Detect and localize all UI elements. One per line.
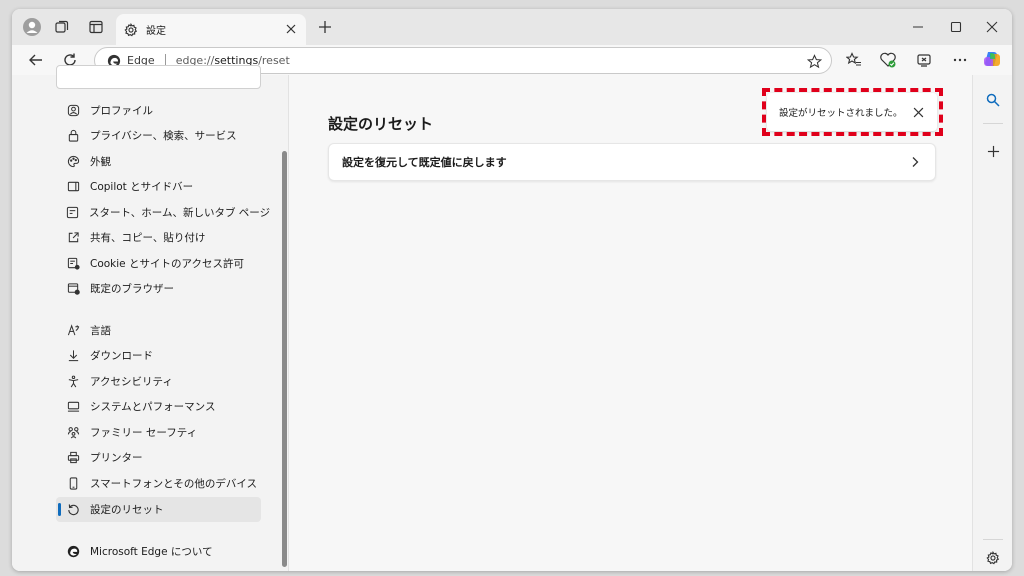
vertical-tabs-icon[interactable] (86, 17, 106, 37)
toast-message: 設定がリセットされました。 (779, 108, 903, 119)
sidebar-item-system-performance[interactable]: システムとパフォーマンス (56, 394, 261, 419)
home-page-icon (66, 206, 79, 220)
sidebar-item-label: 共有、コピー、貼り付け (90, 232, 206, 244)
sidebar-item-label: Cookie とサイトのアクセス許可 (90, 258, 244, 270)
sidebar-item-label: Microsoft Edge について (90, 546, 213, 558)
sidebar-item-label: 設定のリセット (90, 504, 164, 516)
sidebar-item-cookies-permissions[interactable]: Cookie とサイトのアクセス許可 (56, 251, 261, 276)
sidebar-item-label: 既定のブラウザー (90, 283, 174, 295)
chevron-right-icon (909, 156, 921, 168)
title-bar: 設定 (12, 9, 1012, 45)
sidebar-item-label: 外観 (90, 156, 111, 168)
browser-essentials-heart-icon[interactable] (878, 50, 898, 70)
default-browser-icon (66, 282, 80, 296)
lock-icon (66, 129, 80, 143)
language-icon (66, 324, 80, 338)
right-sidebar-rail (972, 75, 1012, 571)
sidebar-item-label: プリンター (90, 452, 143, 464)
sidebar-item-privacy[interactable]: プライバシー、検索、サービス (56, 123, 261, 148)
tab-title: 設定 (146, 26, 166, 37)
reset-icon (66, 503, 80, 517)
sidebar-settings-gear-icon[interactable] (983, 548, 1003, 568)
workspaces-icon[interactable] (52, 17, 72, 37)
sidebar-item-downloads[interactable]: ダウンロード (56, 343, 261, 368)
sidebar-item-label: 言語 (90, 325, 111, 337)
sidebar-item-about-edge[interactable]: Microsoft Edge について (56, 539, 261, 564)
sidebar-item-label: ファミリー セーフティ (90, 427, 198, 439)
reset-notification-toast: 設定がリセットされました。 (767, 93, 937, 131)
palette-icon (66, 155, 80, 169)
accessibility-icon (66, 375, 80, 389)
sidebar-item-label: プライバシー、検索、サービス (90, 130, 237, 142)
phone-icon (66, 477, 80, 491)
restore-defaults-card[interactable]: 設定を復元して既定値に戻します (328, 143, 936, 181)
sidebar-item-label: スタート、ホーム、新しいタブ ページ (89, 207, 271, 219)
rail-divider (983, 123, 1003, 124)
new-tab-plus-icon[interactable] (316, 18, 334, 36)
profile-avatar-icon[interactable] (22, 17, 42, 37)
share-icon (66, 231, 80, 245)
download-icon (66, 349, 80, 363)
maximize-icon[interactable] (948, 19, 964, 35)
sidebar-item-profiles[interactable]: プロファイル (56, 98, 261, 123)
sidebar-item-copilot-sidebar[interactable]: Copilot とサイドバー (56, 174, 261, 199)
page-title: 設定のリセット (328, 115, 434, 133)
tab-settings[interactable]: 設定 (116, 14, 306, 45)
sidebar-scrollbar[interactable] (282, 151, 287, 567)
main-panel: 設定のリセット 設定を復元して既定値に戻します 設定がリセットされました。 (289, 75, 972, 571)
sidebar-item-label: システムとパフォーマンス (90, 401, 216, 413)
browser-window: 設定 Edge edge://settings/reset プロファイル プライ… (12, 9, 1012, 571)
sidebar-item-accessibility[interactable]: アクセシビリティ (56, 369, 261, 394)
sidebar-item-printers[interactable]: プリンター (56, 445, 261, 470)
copilot-icon[interactable] (982, 50, 1002, 70)
favorite-star-icon[interactable] (805, 52, 823, 70)
sidebar-item-start-home[interactable]: スタート、ホーム、新しいタブ ページ (56, 200, 270, 225)
restore-defaults-label: 設定を復元して既定値に戻します (342, 156, 507, 169)
sidebar-icon (66, 180, 80, 194)
active-indicator (58, 503, 61, 516)
search-settings-input[interactable] (56, 65, 261, 89)
settings-sidebar: プロファイル プライバシー、検索、サービス 外観 Copilot とサイドバー … (12, 65, 288, 571)
sidebar-item-default-browser[interactable]: 既定のブラウザー (56, 276, 261, 301)
sidebar-item-label: プロファイル (90, 105, 153, 117)
tab-close-icon[interactable] (284, 22, 298, 36)
sidebar-item-phone-devices[interactable]: スマートフォンとその他のデバイス (56, 471, 261, 496)
sidebar-item-share-copy-paste[interactable]: 共有、コピー、貼り付け (56, 225, 261, 250)
sidebar-item-label: スマートフォンとその他のデバイス (90, 478, 258, 490)
printer-icon (66, 451, 80, 465)
edge-logo-icon (66, 545, 80, 559)
system-icon (66, 400, 80, 414)
site-permissions-icon (66, 257, 80, 271)
screenshot-icon[interactable] (914, 50, 934, 70)
sidebar-item-label: ダウンロード (90, 350, 153, 362)
more-options-icon[interactable] (950, 50, 970, 70)
minimize-icon[interactable] (910, 19, 926, 35)
search-icon[interactable] (983, 90, 1003, 110)
close-window-icon[interactable] (984, 19, 1000, 35)
family-icon (66, 426, 80, 440)
rail-divider (983, 539, 1003, 540)
sidebar-item-appearance[interactable]: 外観 (56, 149, 261, 174)
add-plus-icon[interactable] (983, 141, 1003, 161)
favorites-icon[interactable] (844, 50, 864, 70)
close-icon[interactable] (911, 105, 925, 119)
sidebar-item-label: Copilot とサイドバー (90, 181, 194, 193)
sidebar-item-family-safety[interactable]: ファミリー セーフティ (56, 420, 261, 445)
back-arrow-icon[interactable] (26, 50, 46, 70)
sidebar-item-label: アクセシビリティ (90, 376, 173, 388)
settings-content: プロファイル プライバシー、検索、サービス 外観 Copilot とサイドバー … (12, 65, 972, 571)
gear-icon (124, 22, 138, 37)
sidebar-item-reset-settings[interactable]: 設定のリセット (56, 497, 261, 522)
sidebar-item-languages[interactable]: 言語 (56, 318, 261, 343)
profile-icon (66, 104, 80, 118)
